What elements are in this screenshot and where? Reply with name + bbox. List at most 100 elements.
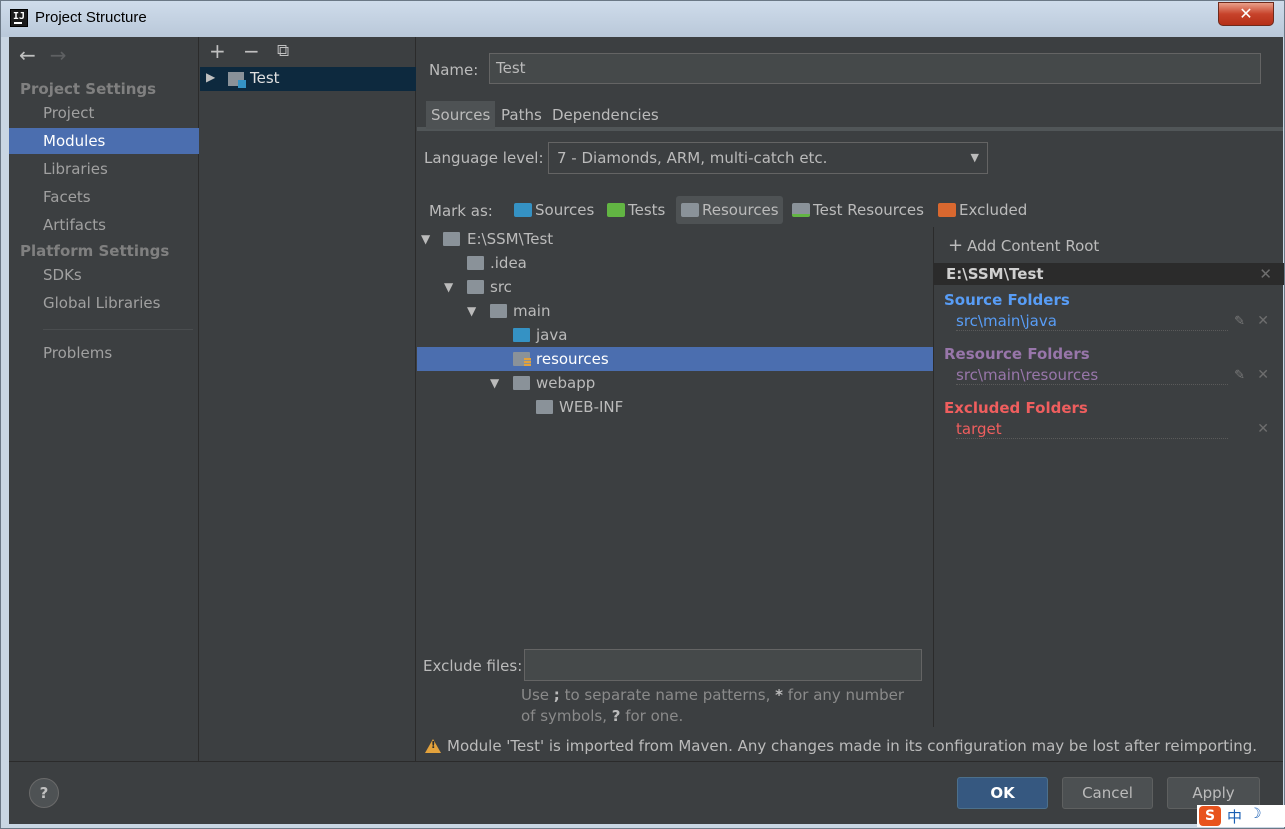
tree-label: webapp	[536, 374, 596, 392]
add-module-icon[interactable]: +	[209, 39, 226, 63]
warning-icon	[425, 739, 441, 753]
close-window-button[interactable]: ✕	[1218, 2, 1274, 26]
excluded-folders-heading: Excluded Folders	[944, 399, 1088, 417]
dialog-button-bar: ? OK Cancel Apply	[9, 761, 1283, 824]
collapse-arrow-icon[interactable]: ▼	[444, 275, 453, 299]
ok-button[interactable]: OK	[957, 777, 1048, 809]
platform-settings-heading: Platform Settings	[20, 242, 170, 260]
mark-excluded-label: Excluded	[959, 201, 1028, 219]
help-button[interactable]: ?	[29, 778, 59, 808]
forward-arrow-icon[interactable]: →	[50, 43, 67, 67]
edit-pencil-icon[interactable]: ✎	[1234, 314, 1245, 329]
mark-sources-button[interactable]: Sources	[509, 196, 598, 224]
hint-text: for one.	[620, 707, 684, 725]
tree-label: .idea	[490, 254, 527, 272]
tree-row-idea[interactable]: .idea	[417, 251, 933, 275]
remove-root-icon[interactable]: ✕	[1259, 263, 1272, 285]
remove-folder-icon[interactable]: ✕	[1257, 313, 1269, 329]
mark-excluded-button[interactable]: Excluded	[933, 196, 1031, 224]
tree-row-webapp[interactable]: ▼ webapp	[417, 371, 933, 395]
mark-test-resources-label: Test Resources	[813, 201, 924, 219]
add-content-root-button[interactable]: + Add Content Root	[948, 235, 1099, 256]
language-level-value: 7 - Diamonds, ARM, multi-catch etc.	[557, 149, 828, 167]
module-editor: Name: Test Sources Paths Dependencies La…	[417, 37, 1284, 761]
nav-item-facets[interactable]: Facets	[9, 184, 199, 210]
add-content-root-label: Add Content Root	[967, 237, 1100, 255]
exclude-files-label: Exclude files:	[423, 657, 523, 675]
tree-row-web-inf[interactable]: WEB-INF	[417, 395, 933, 419]
resource-folders-heading: Resource Folders	[944, 345, 1090, 363]
hint-text: to separate name patterns,	[559, 686, 776, 704]
mark-sources-label: Sources	[535, 201, 595, 219]
module-name-field[interactable]: Test	[489, 53, 1261, 84]
nav-item-project[interactable]: Project	[9, 100, 199, 126]
hint-text: Use	[521, 686, 554, 704]
folder-icon	[536, 400, 553, 414]
sogou-logo-icon: S	[1199, 806, 1221, 826]
ime-toolbar[interactable]: S 中 ☽	[1197, 805, 1285, 827]
mark-tests-button[interactable]: Tests	[602, 196, 669, 224]
nav-item-libraries[interactable]: Libraries	[9, 156, 199, 182]
tree-label: resources	[536, 350, 609, 368]
tree-label: E:\SSM\Test	[467, 230, 554, 248]
mark-test-resources-button[interactable]: Test Resources	[787, 196, 928, 224]
nav-item-artifacts[interactable]: Artifacts	[9, 212, 199, 238]
tree-row-java[interactable]: java	[417, 323, 933, 347]
language-level-label: Language level:	[424, 149, 544, 167]
tree-row-resources[interactable]: resources	[417, 347, 933, 371]
dialog-body: ← → Project Settings Project Modules Libr…	[9, 37, 1284, 824]
folder-icon	[443, 232, 460, 246]
excluded-folder-path: target	[956, 420, 1228, 439]
test-folder-icon	[607, 203, 625, 217]
source-folder-icon	[514, 203, 532, 217]
tree-row-root[interactable]: ▼ E:\SSM\Test	[417, 227, 933, 251]
module-row-test[interactable]: ▶ Test	[200, 67, 416, 91]
tab-sources[interactable]: Sources	[426, 101, 496, 129]
tree-label: java	[536, 326, 568, 344]
moon-icon[interactable]: ☽	[1249, 806, 1262, 822]
collapse-arrow-icon[interactable]: ▼	[490, 371, 499, 395]
cancel-button[interactable]: Cancel	[1062, 777, 1153, 809]
collapse-arrow-icon[interactable]: ▼	[421, 227, 430, 251]
warning-text: Module 'Test' is imported from Maven. An…	[447, 737, 1258, 755]
excluded-folder-icon	[938, 203, 956, 217]
source-folders-heading: Source Folders	[944, 291, 1070, 309]
nav-history: ← →	[19, 43, 67, 67]
tree-row-src[interactable]: ▼ src	[417, 275, 933, 299]
tab-paths[interactable]: Paths	[496, 101, 547, 129]
project-structure-window: IJ Project Structure ✕ ← → Project Settin…	[0, 0, 1285, 829]
source-folder-icon	[513, 328, 530, 342]
resource-folder-icon	[513, 352, 531, 366]
content-root-header: E:\SSM\Test ✕	[934, 263, 1284, 285]
nav-item-global-libraries[interactable]: Global Libraries	[9, 290, 199, 316]
exclude-files-input[interactable]	[524, 649, 922, 681]
back-arrow-icon[interactable]: ←	[19, 43, 36, 67]
nav-item-sdks[interactable]: SDKs	[9, 262, 199, 288]
ime-language[interactable]: 中	[1227, 806, 1242, 827]
exclude-files-hint: Use ; to separate name patterns, * for a…	[521, 685, 921, 727]
folder-icon	[490, 304, 507, 318]
expand-arrow-icon[interactable]: ▶	[206, 70, 215, 84]
tree-row-main[interactable]: ▼ main	[417, 299, 933, 323]
nav-divider	[43, 329, 193, 330]
remove-folder-icon[interactable]: ✕	[1257, 367, 1269, 383]
test-resource-folder-icon	[792, 203, 810, 217]
window-title: Project Structure	[35, 9, 147, 26]
tab-dependencies[interactable]: Dependencies	[547, 101, 664, 129]
collapse-arrow-icon[interactable]: ▼	[467, 299, 476, 323]
nav-item-modules[interactable]: Modules	[9, 128, 199, 154]
folder-icon	[467, 280, 484, 294]
mark-resources-button[interactable]: Resources	[676, 196, 783, 224]
remove-module-icon[interactable]: −	[243, 39, 260, 63]
dropdown-caret-icon: ▼	[970, 151, 979, 164]
mark-as-label: Mark as:	[429, 202, 493, 220]
remove-folder-icon[interactable]: ✕	[1257, 421, 1269, 437]
language-level-select[interactable]: 7 - Diamonds, ARM, multi-catch etc. ▼	[548, 142, 988, 174]
copy-module-icon[interactable]: ⧉	[277, 41, 289, 61]
mark-resources-label: Resources	[702, 201, 779, 219]
nav-item-problems[interactable]: Problems	[9, 340, 199, 366]
tree-label: src	[490, 278, 512, 296]
module-folder-icon	[228, 72, 246, 88]
project-settings-heading: Project Settings	[20, 80, 157, 98]
edit-pencil-icon[interactable]: ✎	[1234, 368, 1245, 383]
